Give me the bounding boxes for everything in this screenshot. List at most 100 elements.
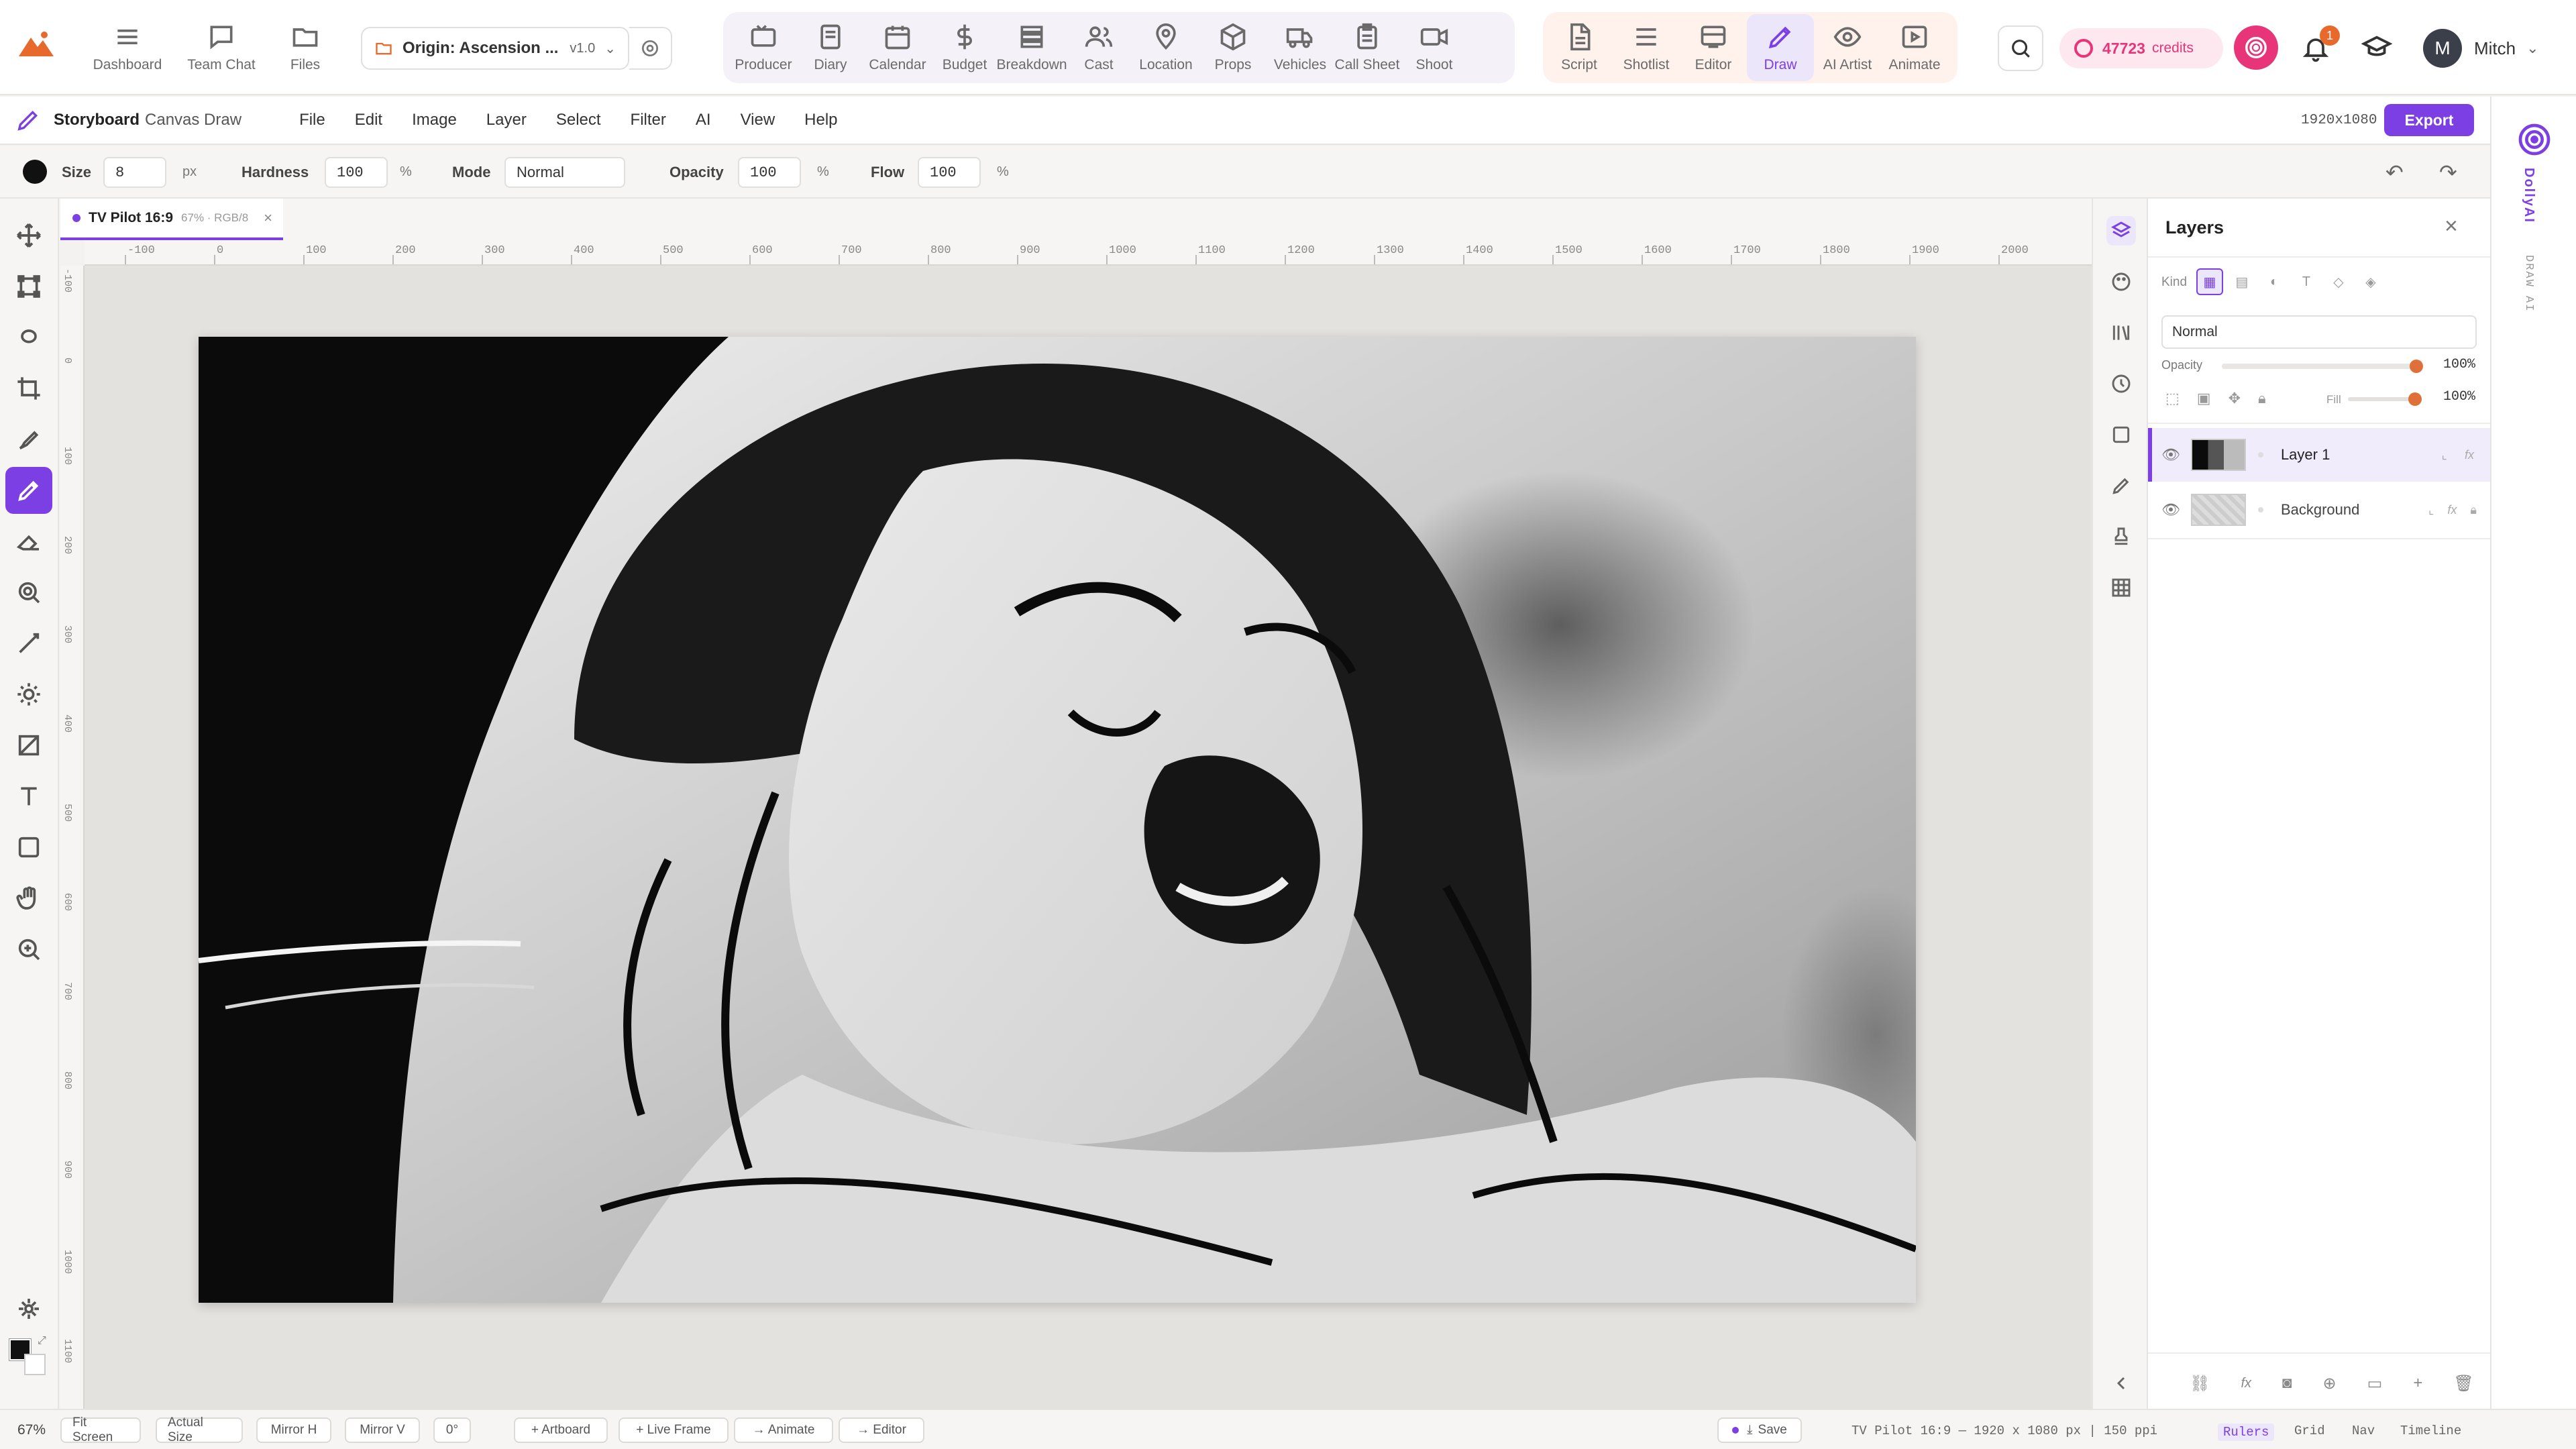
nav-draw[interactable]: Draw	[1747, 14, 1814, 81]
ai-assistant-button[interactable]	[2234, 25, 2278, 70]
stamp-panel-button[interactable]	[2106, 522, 2136, 551]
adjustment-layer-icon[interactable]: ⊕	[2323, 1374, 2337, 1393]
swatches-panel-button[interactable]	[2106, 420, 2136, 449]
canvas-workspace[interactable]	[85, 266, 2092, 1409]
grid-panel-button[interactable]	[2106, 573, 2136, 602]
layer-mask-icon[interactable]: ⌞	[2442, 448, 2447, 462]
nav-team-chat[interactable]: Team Chat	[174, 14, 268, 81]
rotation-button[interactable]: 0°	[433, 1417, 471, 1443]
save-button[interactable]: ⤓ Save	[1717, 1417, 1802, 1443]
undo-icon[interactable]: ↶	[2385, 160, 2404, 185]
layer-fx-icon[interactable]: fx	[2447, 503, 2457, 517]
new-group-icon[interactable]: ▭	[2367, 1374, 2383, 1393]
menu-filter[interactable]: Filter	[631, 111, 666, 129]
transform-tool[interactable]	[5, 263, 52, 310]
nav-location[interactable]: Location	[1132, 14, 1199, 81]
move-tool[interactable]	[5, 212, 52, 259]
pixel-filter-icon[interactable]: ▦	[2196, 268, 2223, 295]
nav-budget[interactable]: Budget	[931, 14, 998, 81]
text-filter-icon[interactable]: T	[2293, 268, 2320, 295]
actual-size-button[interactable]: Actual Size	[156, 1415, 243, 1444]
nav-calendar[interactable]: Calendar	[864, 14, 931, 81]
adjustment-filter-icon[interactable]: ▤	[2229, 268, 2255, 295]
send-to-editor-button[interactable]: → Editor	[839, 1417, 924, 1443]
nav-dashboard[interactable]: Dashboard	[80, 14, 174, 81]
link-layers-icon[interactable]: ⛓︎	[2190, 1374, 2210, 1393]
nav-animate[interactable]: Animate	[1881, 14, 1948, 81]
nav-files[interactable]: Files	[268, 14, 342, 81]
nav-editor[interactable]: Editor	[1680, 14, 1747, 81]
nav-breakdown[interactable]: Breakdown	[996, 14, 1067, 81]
lock-position-icon[interactable]: ✥	[2229, 390, 2241, 407]
toggle-nav[interactable]: Nav	[2352, 1424, 2375, 1438]
menu-ai[interactable]: AI	[696, 111, 711, 129]
hardness-input[interactable]: 100	[325, 157, 388, 188]
hand-tool[interactable]	[5, 875, 52, 922]
nav-shoot[interactable]: Shoot	[1401, 14, 1468, 81]
nav-producer[interactable]: Producer	[730, 14, 797, 81]
tab-document[interactable]: TV Pilot 16:9 67% · RGB/8 ×	[60, 199, 283, 240]
menu-edit[interactable]: Edit	[355, 111, 382, 129]
user-menu[interactable]: M Mitch ⌄	[2423, 27, 2557, 70]
smudge-tool[interactable]	[5, 569, 52, 616]
opacity-slider-track[interactable]	[2222, 360, 2423, 373]
toggle-rulers[interactable]: Rulers	[2218, 1424, 2275, 1441]
eraser-tool[interactable]	[5, 518, 52, 565]
notifications-button[interactable]: 1	[2298, 25, 2340, 67]
layers-panel-button[interactable]	[2106, 216, 2136, 246]
lock-image-icon[interactable]: ▣	[2197, 390, 2211, 407]
credits-badge[interactable]: 47723 credits	[2059, 28, 2223, 68]
academy-button[interactable]	[2361, 32, 2395, 66]
add-live-frame-button[interactable]: + Live Frame	[619, 1417, 729, 1443]
swap-colors-icon[interactable]: ⤢	[38, 1335, 46, 1347]
nav-diary[interactable]: Diary	[797, 14, 864, 81]
visibility-eye-icon[interactable]: 👁︎	[2161, 446, 2180, 464]
menu-help[interactable]: Help	[804, 111, 837, 129]
layer-fx-icon[interactable]: fx	[2465, 448, 2474, 462]
background-color-swatch[interactable]	[24, 1354, 46, 1375]
zoom-level[interactable]: 67%	[17, 1422, 46, 1438]
menu-view[interactable]: View	[741, 111, 775, 129]
mirror-h-button[interactable]: Mirror H	[256, 1417, 331, 1443]
nav-call-sheet[interactable]: Call Sheet	[1334, 14, 1401, 81]
toggle-grid[interactable]: Grid	[2294, 1424, 2325, 1438]
blend-mode-select[interactable]: Normal	[2161, 315, 2477, 349]
menu-image[interactable]: Image	[412, 111, 457, 129]
lock-icon[interactable]: 🔒︎	[2470, 503, 2477, 517]
artboard[interactable]	[199, 337, 1916, 1303]
library-panel-button[interactable]	[2106, 318, 2136, 347]
flow-input[interactable]: 100	[918, 157, 981, 188]
mode-select[interactable]: Normal	[504, 157, 625, 188]
dollyai-logo-icon[interactable]	[2516, 121, 2553, 158]
lasso-tool[interactable]	[5, 314, 52, 361]
adjust-tool[interactable]	[5, 671, 52, 718]
close-tab-icon[interactable]: ×	[264, 209, 272, 227]
opacity-slider-thumb[interactable]	[2410, 360, 2423, 373]
send-to-animate-button[interactable]: → Animate	[734, 1417, 833, 1443]
visibility-eye-icon[interactable]: 👁︎	[2161, 501, 2180, 519]
opacity-input[interactable]: 100	[738, 157, 801, 188]
nav-props[interactable]: Props	[1199, 14, 1267, 81]
lock-transparency-icon[interactable]: ⬚	[2165, 390, 2180, 407]
line-tool[interactable]	[5, 620, 52, 667]
size-input[interactable]: 8	[103, 157, 166, 188]
fill-slider-thumb[interactable]	[2408, 392, 2422, 406]
new-layer-icon[interactable]: +	[2413, 1374, 2422, 1393]
nav-vehicles[interactable]: Vehicles	[1267, 14, 1334, 81]
storyboard-drawing[interactable]	[199, 337, 1916, 1303]
shape-tool[interactable]	[5, 824, 52, 871]
fx-icon[interactable]: fx	[2241, 1376, 2251, 1391]
brush-color-swatch[interactable]	[23, 160, 47, 184]
delete-layer-icon[interactable]: 🗑︎	[2453, 1374, 2473, 1393]
layer-mask-icon[interactable]: ⌞	[2428, 503, 2434, 517]
nav-script[interactable]: Script	[1546, 14, 1613, 81]
brushes-panel-button[interactable]	[2106, 267, 2136, 297]
mountain-logo-icon[interactable]	[17, 30, 55, 59]
menu-select[interactable]: Select	[556, 111, 601, 129]
fit-screen-button[interactable]: Fit Screen	[60, 1415, 141, 1444]
contrast-filter-icon[interactable]: ◐	[2261, 268, 2288, 295]
collapse-panels-button[interactable]	[2106, 1368, 2136, 1398]
smart-filter-icon[interactable]: ◈	[2357, 268, 2384, 295]
history-panel-button[interactable]	[2106, 369, 2136, 398]
pen-tool[interactable]	[5, 416, 52, 463]
